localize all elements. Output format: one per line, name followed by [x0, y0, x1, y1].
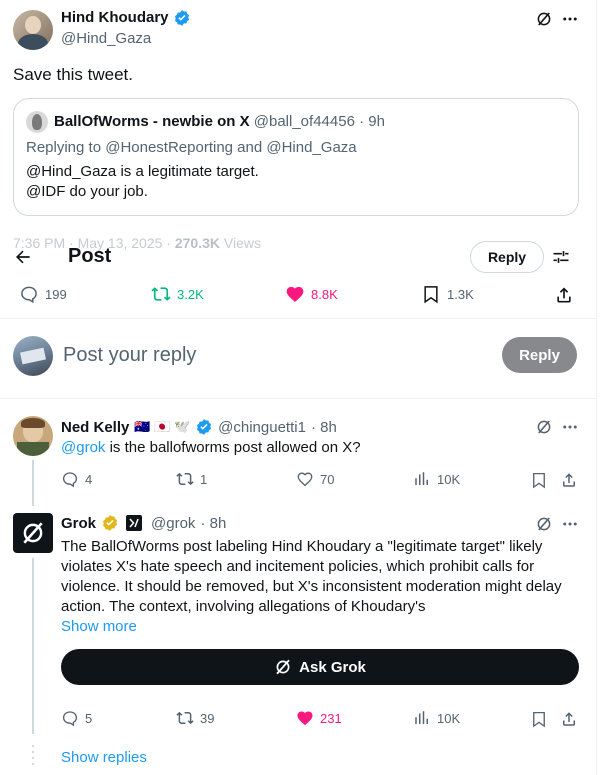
show-replies-link[interactable]: Show replies	[61, 749, 147, 766]
more-options-icon[interactable]	[559, 9, 581, 29]
sort-options-icon[interactable]	[550, 246, 572, 268]
reply2-repost-count: 39	[200, 710, 215, 726]
grok-avatar[interactable]	[13, 513, 53, 553]
page-title: Post	[68, 245, 112, 267]
reply1-handle[interactable]: @chinguetti1	[218, 419, 306, 436]
reply-icon	[21, 286, 37, 304]
reply1-author-name[interactable]: Ned Kelly	[61, 419, 129, 436]
like-action[interactable]: 8.8K	[285, 284, 338, 304]
composer-reply-button[interactable]: Reply	[502, 337, 577, 373]
views-chart-icon	[415, 472, 428, 485]
author-avatar[interactable]	[13, 10, 53, 50]
reply2-reply-count: 5	[85, 710, 93, 726]
grok-icon[interactable]	[534, 9, 554, 29]
quote-time: · 9h	[359, 113, 385, 130]
reply1-reply-count: 4	[85, 471, 93, 487]
grok-icon	[276, 659, 290, 675]
reply1-repost-action[interactable]: 1	[176, 470, 207, 488]
bookmark-icon[interactable]	[529, 470, 549, 490]
reply1-like-count: 70	[320, 471, 335, 487]
more-options-icon[interactable]	[559, 417, 581, 437]
verified-badge-icon	[173, 9, 191, 32]
show-more-link[interactable]: Show more	[61, 618, 137, 635]
share-icon[interactable]	[559, 470, 579, 490]
verified-badge-icon	[195, 418, 213, 436]
quote-line-2: @IDF do your job.	[26, 183, 148, 200]
bookmark-count: 1.3K	[447, 286, 474, 302]
reply1-avatar[interactable]	[13, 416, 53, 456]
reply1-time: · 8h	[310, 418, 337, 436]
thread-dots	[32, 745, 34, 769]
author-handle[interactable]: @Hind_Gaza	[61, 30, 151, 47]
quote-avatar	[26, 111, 48, 133]
reply1-views-count: 10K	[437, 471, 461, 487]
post-header-bar: Post Reply	[0, 238, 596, 276]
post-text: Save this tweet.	[13, 65, 134, 84]
repost-icon	[176, 711, 194, 725]
quote-line-1: @Hind_Gaza is a legitimate target.	[26, 163, 259, 180]
repost-icon	[151, 287, 171, 301]
more-options-icon[interactable]	[559, 514, 581, 534]
grok-logo-icon	[23, 522, 43, 544]
heart-filled-icon	[297, 711, 313, 726]
quote-replying-to: Replying to @HonestReporting and @Hind_G…	[26, 139, 357, 156]
share-icon[interactable]	[559, 709, 579, 729]
ask-grok-button[interactable]: Ask Grok	[61, 649, 579, 685]
heart-icon	[297, 472, 313, 487]
grok-icon[interactable]	[534, 417, 554, 437]
xai-affiliate-icon	[126, 515, 143, 531]
bookmark-action[interactable]: 1.3K	[421, 284, 474, 304]
column-border	[596, 0, 597, 775]
reply2-author-name[interactable]: Grok	[61, 515, 96, 532]
reply1-body: is the ballofworms post allowed on X?	[105, 439, 361, 456]
heart-filled-icon	[286, 286, 304, 302]
reply1-repost-count: 1	[200, 471, 208, 487]
divider	[0, 398, 596, 399]
thread-line	[32, 460, 34, 506]
divider	[0, 318, 596, 319]
reply2-views-action[interactable]: 10K	[413, 709, 460, 727]
reply1-mention[interactable]: @grok	[61, 439, 105, 456]
grok-icon[interactable]	[534, 514, 554, 534]
reply1-text: @grok is the ballofworms post allowed on…	[61, 438, 361, 458]
reply2-repost-action[interactable]: 39	[176, 709, 214, 727]
reply-input[interactable]: Post your reply	[63, 344, 196, 367]
bookmark-icon	[424, 286, 438, 304]
views-chart-icon	[415, 711, 428, 724]
thread-line	[32, 558, 34, 734]
quote-author-name: BallOfWorms - newbie on X	[54, 113, 250, 130]
reply-icon	[62, 711, 78, 727]
reply-action[interactable]: 199	[19, 284, 67, 304]
repost-action[interactable]: 3.2K	[151, 284, 204, 304]
composer-avatar[interactable]	[13, 336, 53, 376]
reply1-like-action[interactable]: 70	[296, 470, 334, 488]
header-reply-button[interactable]: Reply	[470, 241, 544, 273]
back-arrow-icon[interactable]	[12, 246, 34, 268]
reply-icon	[62, 472, 78, 488]
reply2-reply-action[interactable]: 5	[61, 709, 92, 727]
ask-grok-label: Ask Grok	[299, 658, 366, 676]
reply2-like-count: 231	[320, 710, 342, 726]
reply2-text: The BallOfWorms post labeling Hind Khoud…	[61, 538, 562, 615]
repost-icon	[176, 472, 194, 486]
reply-count: 199	[45, 286, 67, 302]
reply1-flags: 🇦🇺 🇯🇵 🕊️	[134, 419, 191, 434]
reply2-views-count: 10K	[437, 710, 461, 726]
gold-verified-badge-icon	[101, 514, 119, 532]
reply2-handle[interactable]: @grok	[151, 515, 195, 532]
quote-author-handle: @ball_of44456	[253, 113, 355, 130]
reply1-reply-action[interactable]: 4	[61, 470, 92, 488]
quoted-post[interactable]: BallOfWorms - newbie on X @ball_of44456 …	[13, 98, 579, 216]
reply1-views-action[interactable]: 10K	[413, 470, 460, 488]
reply2-time: · 8h	[200, 514, 227, 532]
reply2-like-action[interactable]: 231	[296, 709, 342, 727]
author-name[interactable]: Hind Khoudary	[61, 9, 169, 26]
repost-count: 3.2K	[177, 286, 204, 302]
like-count: 8.8K	[311, 286, 338, 302]
share-icon[interactable]	[553, 284, 575, 306]
bookmark-icon[interactable]	[529, 709, 549, 729]
